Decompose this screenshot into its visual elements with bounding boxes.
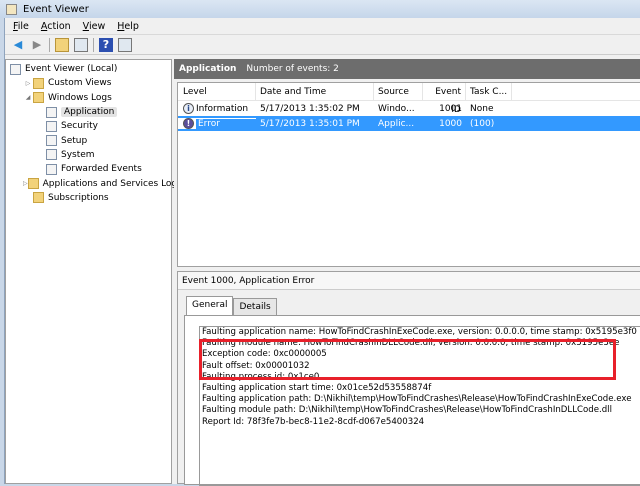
event-date: 5/17/2013 1:35:01 PM	[260, 118, 360, 129]
description-line: Faulting application start time: 0x01ce5…	[202, 383, 432, 394]
event-detail-title: Event 1000, Application Error	[178, 272, 640, 290]
window-title: Event Viewer	[23, 3, 89, 15]
tree-item-windows-logs[interactable]: ◢ Windows Logs	[6, 91, 171, 105]
tree-item-event-viewer-local-[interactable]: Event Viewer (Local)	[6, 62, 171, 76]
tree-item-label: Application	[61, 107, 118, 118]
description-line: Faulting module path: D:\Nikhil\temp\How…	[202, 405, 612, 416]
event-list: Level Date and Time Source Event ID Task…	[177, 82, 640, 267]
log-name: Application	[179, 64, 237, 74]
event-task: (100)	[470, 118, 495, 129]
event-id: 1001	[439, 103, 462, 114]
column-headers: Level Date and Time Source Event ID Task…	[178, 82, 640, 115]
information-icon: i	[183, 103, 194, 114]
toolbar: ◀ ▶ ?	[5, 35, 640, 55]
log-icon	[46, 106, 57, 118]
event-viewer-icon	[10, 63, 21, 75]
expander-icon[interactable]: ◢	[23, 94, 33, 101]
event-source: Applic...	[378, 118, 415, 129]
expander-icon[interactable]: ▷	[23, 80, 33, 87]
highlight-annotation	[199, 339, 616, 380]
tree-item-label: Forwarded Events	[61, 164, 142, 175]
event-row[interactable]: i Information 5/17/2013 1:35:02 PM Windo.…	[178, 101, 640, 116]
event-id: 1000	[439, 118, 462, 129]
tab-content: Faulting application name: HowToFindCras…	[184, 315, 640, 486]
tree-item-setup[interactable]: Setup	[6, 133, 171, 147]
event-row-selected[interactable]: ! Error 5/17/2013 1:35:01 PM Applic... 10…	[178, 116, 640, 131]
show-hide-action-pane-icon[interactable]	[118, 37, 132, 52]
menu-action[interactable]: Action	[41, 21, 71, 32]
tree-item-label: Windows Logs	[48, 92, 112, 103]
title-bar: Event Viewer	[0, 0, 640, 18]
event-date: 5/17/2013 1:35:02 PM	[260, 103, 360, 114]
tree-item-label: Applications and Services Logs	[42, 178, 182, 189]
column-date[interactable]: Date and Time	[256, 82, 374, 101]
tree-item-label: System	[61, 149, 95, 160]
menu-help[interactable]: Help	[117, 21, 139, 32]
description-line: Report Id: 78f3fe7b-bec8-11e2-8cdf-d067e…	[202, 416, 425, 427]
tab-general[interactable]: General	[186, 296, 234, 315]
event-level: Error	[196, 118, 256, 129]
content-pane: Application Number of events: 2 Level Da…	[174, 59, 640, 486]
log-icon	[46, 120, 57, 132]
tree-item-custom-views[interactable]: ▷ Custom Views	[6, 76, 171, 90]
event-count: Number of events: 2	[246, 64, 339, 74]
column-task-category[interactable]: Task C...	[466, 82, 512, 101]
tree-item-applications-and-services-logs[interactable]: ▷ Applications and Services Logs	[6, 176, 182, 190]
event-level: Information	[196, 103, 249, 114]
folder-icon	[33, 77, 44, 89]
log-icon	[46, 163, 57, 175]
menu-bar: File Action View Help	[5, 18, 640, 35]
up-folder-icon[interactable]	[55, 37, 69, 52]
log-icon	[46, 149, 57, 161]
menu-view[interactable]: View	[83, 21, 106, 32]
event-task: None	[470, 103, 494, 114]
tree-item-subscriptions[interactable]: Subscriptions	[6, 191, 171, 205]
tree-item-label: Custom Views	[48, 78, 112, 89]
help-icon[interactable]: ?	[99, 37, 113, 52]
error-icon: !	[183, 118, 194, 129]
show-hide-console-tree-icon[interactable]	[74, 37, 88, 52]
folder-icon	[33, 92, 44, 104]
description-line: Faulting application path: D:\Nikhil\tem…	[202, 394, 632, 405]
menu-file[interactable]: File	[13, 21, 29, 32]
console-tree: Event Viewer (Local) ▷ Custom Views ◢ Window…	[5, 59, 182, 484]
back-arrow-icon[interactable]: ◀	[11, 38, 25, 52]
main-window: File Action View Help ◀ ▶ ? Event Viewer…	[4, 18, 640, 486]
event-source: Windo...	[378, 103, 415, 114]
column-event-id[interactable]: Event ID	[423, 82, 466, 115]
tab-details[interactable]: Details	[233, 298, 277, 315]
tree-item-forwarded-events[interactable]: Forwarded Events	[6, 162, 171, 176]
tree-item-application[interactable]: Application	[6, 105, 171, 119]
folder-icon	[27, 178, 39, 190]
folder-icon	[33, 192, 44, 204]
event-viewer-icon	[6, 3, 17, 15]
toolbar-separator	[49, 37, 50, 52]
column-level[interactable]: Level	[178, 82, 256, 101]
tree-item-security[interactable]: Security	[6, 119, 171, 133]
tree-item-label: Security	[61, 121, 98, 132]
description-line: Faulting application name: HowToFindCras…	[202, 327, 637, 337]
forward-arrow-icon[interactable]: ▶	[30, 38, 44, 52]
toolbar-separator	[93, 37, 94, 52]
log-header: Application Number of events: 2	[174, 59, 640, 79]
tree-item-label: Setup	[61, 135, 88, 146]
tree-item-label: Subscriptions	[48, 192, 109, 203]
tree-item-system[interactable]: System	[6, 148, 171, 162]
log-icon	[46, 135, 57, 147]
event-detail-pane: Event 1000, Application Error Faulting a…	[177, 271, 640, 486]
column-source[interactable]: Source	[374, 82, 423, 101]
tree-item-label: Event Viewer (Local)	[25, 64, 118, 75]
